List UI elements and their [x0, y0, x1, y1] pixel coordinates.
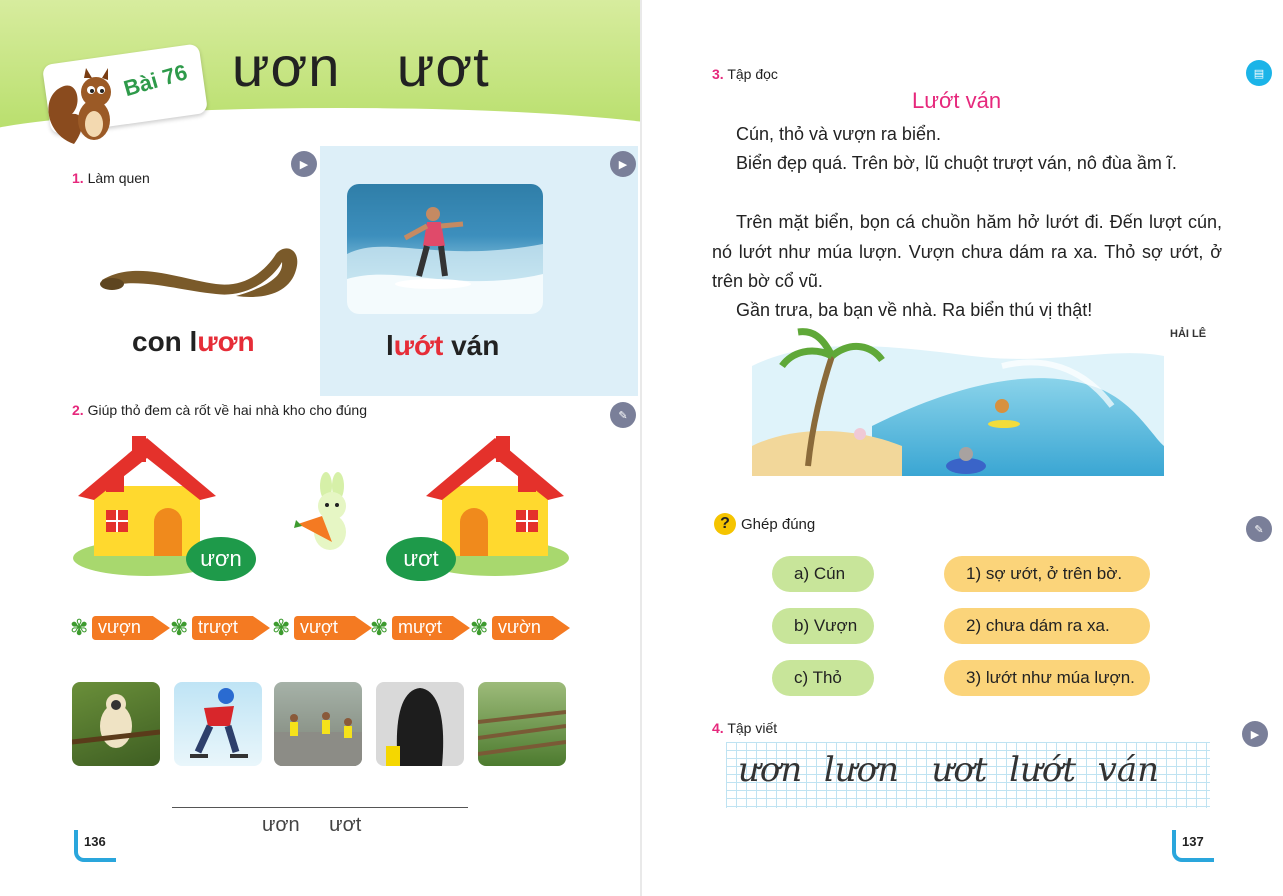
word-luot-van: lướt ván — [386, 330, 499, 362]
carrot-card[interactable]: ✾ vượt — [272, 612, 372, 644]
word2-highlight: ướt — [393, 330, 444, 361]
story-title: Lướt ván — [912, 88, 1002, 113]
photo-skating-boy — [174, 682, 262, 766]
lesson-title: ươn ươt — [232, 35, 490, 98]
match-right-1[interactable]: 1) sợ ướt, ở trên bờ. — [944, 556, 1150, 592]
section-3-number: 3. — [712, 66, 724, 82]
rabbit-with-carrot-image — [294, 472, 346, 550]
story-paragraph-3: Trên mặt biển, bọn cá chuồn hăm hở lướt … — [712, 212, 1222, 291]
story-paragraph-4: Gần trưa, ba bạn về nhà. Ra biển thú vị … — [736, 300, 1093, 320]
section-3-label: 3. Tập đọc — [712, 66, 778, 82]
handwriting-sample: ươn lươn ươt lướt ván — [738, 750, 1159, 790]
carrot-leaf-icon: ✾ — [70, 615, 89, 640]
story-paragraph-1: Cún, thỏ và vượn ra biển. — [736, 124, 941, 144]
word1-prefix: con l — [132, 326, 198, 357]
carrot-word: vườn — [498, 617, 541, 637]
section-1-number: 1. — [72, 170, 84, 186]
section-1-text: Làm quen — [87, 170, 150, 186]
photo-gibbon — [72, 682, 160, 766]
photo-long-hair — [376, 682, 464, 766]
house-label-uot: ươt — [386, 537, 456, 581]
section-3-text: Tập đọc — [727, 66, 778, 82]
edit-exercise-button[interactable]: ✎ — [610, 402, 636, 428]
audio-play-button-2[interactable]: ▶ — [610, 151, 636, 177]
right-page: 3. Tập đọc ▤ Lướt ván Cún, thỏ và vượn r… — [642, 0, 1283, 896]
document-icon: ▤ — [1253, 67, 1265, 80]
page-number-right: 137 — [1182, 834, 1204, 849]
carrot-leaf-icon: ✾ — [370, 615, 389, 640]
carrot-word: trượt — [198, 617, 238, 637]
photo-runners — [274, 682, 362, 766]
carrot-word: vượt — [300, 617, 338, 637]
eel-image — [100, 248, 298, 297]
carrot-leaf-icon: ✾ — [470, 615, 489, 640]
carrot-word: mượt — [398, 617, 442, 637]
match-right-2[interactable]: 2) chưa dám ra xa. — [944, 608, 1150, 644]
carrot-leaf-icon: ✾ — [272, 615, 291, 640]
audio-play-button-3[interactable]: ▶ — [1242, 721, 1268, 747]
section-1-label: 1. Làm quen — [72, 170, 150, 186]
match-left-a[interactable]: a) Cún — [772, 556, 874, 592]
page-number-left: 136 — [84, 834, 106, 849]
section-2-text: Giúp thỏ đem cà rốt về hai nhà kho cho đ… — [87, 402, 367, 418]
house-label-uon: ươn — [186, 537, 256, 581]
carrot-leaf-icon: ✾ — [170, 615, 189, 640]
photo-garden — [478, 682, 566, 766]
word1-highlight: ươn — [197, 326, 255, 357]
edit-exercise-button[interactable]: ✎ — [1246, 516, 1272, 542]
beach-illustration — [752, 328, 1164, 476]
play-icon: ▶ — [299, 158, 309, 171]
match-left-c[interactable]: c) Thỏ — [772, 660, 874, 696]
match-label: Ghép đúng — [741, 516, 816, 533]
word2-prefix: l — [386, 330, 394, 361]
carrot-word: vượn — [98, 617, 141, 637]
match-left-b[interactable]: b) Vượn — [772, 608, 874, 644]
left-page: Bài 76 ươn ươt 1. Làm quen ▶ ▶ con l ươn … — [0, 0, 640, 896]
document-button[interactable]: ▤ — [1246, 60, 1272, 86]
squirrel-mascot-icon — [48, 68, 111, 144]
section-4-text: Tập viết — [727, 720, 778, 736]
question-icon: ? — [714, 513, 736, 535]
match-right-3[interactable]: 3) lướt như múa lượn. — [944, 660, 1150, 696]
answer-words: ươn ươt — [262, 814, 362, 836]
play-icon: ▶ — [618, 158, 628, 171]
edit-icon: ✎ — [1254, 523, 1264, 536]
carrot-card[interactable]: ✾ vượn — [70, 612, 170, 644]
section-2-label: 2. Giúp thỏ đem cà rốt về hai nhà kho ch… — [72, 402, 367, 418]
story-paragraph-2: Biển đẹp quá. Trên bờ, lũ chuột trượt vá… — [736, 153, 1177, 173]
edit-icon: ✎ — [618, 409, 628, 422]
answer-divider — [172, 807, 468, 808]
carrot-card[interactable]: ✾ vườn — [470, 612, 570, 644]
surfing-photo — [347, 184, 543, 314]
carrot-card[interactable]: ✾ mượt — [370, 612, 470, 644]
word2-suffix: ván — [443, 330, 500, 361]
lesson-badge-label: Bài 76 — [120, 59, 191, 102]
carrot-card[interactable]: ✾ trượt — [170, 612, 270, 644]
story-author: HẢI LÊ — [1170, 328, 1207, 340]
word-con-luon: con lươn — [132, 326, 255, 358]
section-4-label: 4. Tập viết — [712, 720, 777, 736]
play-icon: ▶ — [1250, 728, 1260, 741]
section-4-number: 4. — [712, 720, 724, 736]
section-2-number: 2. — [72, 402, 84, 418]
audio-play-button-1[interactable]: ▶ — [291, 151, 317, 177]
